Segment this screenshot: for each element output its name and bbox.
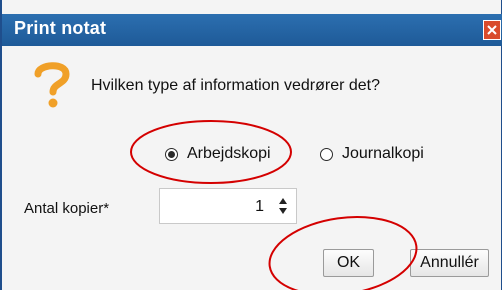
radio-button[interactable] [165, 147, 178, 161]
titlebar: Print notat [2, 14, 502, 46]
radio-label-arbejdskopi: Arbejdskopi [187, 145, 271, 162]
close-button[interactable] [483, 20, 501, 40]
copies-stepper[interactable]: 1 [159, 188, 297, 224]
spinner-icon[interactable] [278, 196, 288, 216]
copies-label: Antal kopier* [24, 200, 110, 217]
print-dialog: Print notat Hvilken type af information … [0, 0, 502, 290]
radio-journalkopi[interactable]: Journalkopi [320, 145, 424, 163]
question-text: Hvilken type af information vedrører det… [91, 77, 381, 94]
dialog-title: Print notat [14, 18, 107, 38]
question-icon [34, 62, 70, 108]
cancel-button[interactable]: Annullér [410, 249, 489, 277]
close-icon [487, 25, 497, 35]
radio-label-journalkopi: Journalkopi [342, 145, 424, 162]
ok-button[interactable]: OK [323, 249, 374, 277]
copies-value[interactable]: 1 [255, 198, 264, 216]
radio-arbejdskopi[interactable]: Arbejdskopi [165, 145, 271, 163]
radio-button[interactable] [320, 147, 333, 161]
